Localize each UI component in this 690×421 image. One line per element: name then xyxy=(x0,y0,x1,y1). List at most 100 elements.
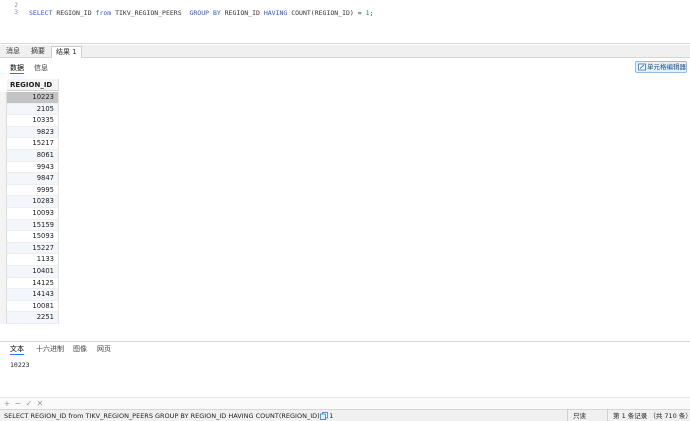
table-row[interactable]: 10223 xyxy=(0,92,60,104)
table-cell-region-id[interactable]: 9847 xyxy=(7,173,59,185)
table-row[interactable]: 15159 xyxy=(0,219,60,232)
table-row[interactable]: 9847 xyxy=(0,173,60,185)
tab-hex[interactable]: 十六进制 xyxy=(36,345,64,355)
tab-data[interactable]: 数据 xyxy=(10,63,24,74)
line-number: 3 xyxy=(14,9,18,16)
column-header-region-id[interactable]: REGION_ID xyxy=(7,79,59,91)
add-record-icon[interactable]: + xyxy=(2,398,12,409)
row-selector[interactable] xyxy=(0,266,7,278)
table-row[interactable]: 10081 xyxy=(0,300,60,313)
tab-info[interactable]: 信息 xyxy=(34,63,48,74)
table-cell-region-id[interactable]: 15093 xyxy=(7,231,59,243)
value-viewer-panel: 文本 十六进制 图像 网页 10223 xyxy=(0,341,690,397)
table-cell-region-id[interactable]: 10283 xyxy=(7,196,59,208)
row-selector[interactable] xyxy=(0,254,7,266)
cell-editor-button[interactable]: 单元格编辑器 xyxy=(635,61,687,73)
status-record-count: 第 1 条记录 （共 710 条） xyxy=(613,412,690,420)
table-cell-region-id[interactable]: 14125 xyxy=(7,277,59,290)
delete-record-icon[interactable]: − xyxy=(13,398,23,409)
row-selector[interactable] xyxy=(0,196,7,208)
table-cell-region-id[interactable]: 10223 xyxy=(7,92,59,104)
table-row[interactable]: 15093 xyxy=(0,231,60,243)
row-selector[interactable] xyxy=(0,231,7,243)
table-cell-region-id[interactable]: 15227 xyxy=(7,242,59,255)
table-row[interactable]: 1133 xyxy=(0,254,60,266)
table-cell-region-id[interactable]: 1133 xyxy=(7,254,59,266)
table-cell-region-id[interactable]: 2251 xyxy=(7,312,59,324)
table-row[interactable]: 9823 xyxy=(0,126,60,139)
row-selector[interactable] xyxy=(0,161,7,174)
discard-changes-icon[interactable]: ✕ xyxy=(35,398,45,409)
table-cell-region-id[interactable]: 2105 xyxy=(7,103,59,116)
table-cell-region-id[interactable]: 10401 xyxy=(7,266,59,278)
table-row[interactable]: 14125 xyxy=(0,277,60,290)
sql-keyword: from xyxy=(95,9,112,17)
row-selector[interactable] xyxy=(0,103,7,116)
status-divider xyxy=(607,410,608,421)
table-cell-region-id[interactable]: 8061 xyxy=(7,150,59,162)
tab-image[interactable]: 图像 xyxy=(73,345,87,355)
tab-result-1[interactable]: 结果 1 xyxy=(51,46,82,58)
cell-editor-label: 单元格编辑器 xyxy=(647,63,686,71)
row-selector[interactable] xyxy=(0,115,7,127)
cell-text-value[interactable]: 10223 xyxy=(10,361,30,369)
table-cell-region-id[interactable]: 9823 xyxy=(7,126,59,139)
row-selector[interactable] xyxy=(0,138,7,150)
table-row[interactable]: 10401 xyxy=(0,266,60,278)
table-row[interactable]: 10093 xyxy=(0,208,60,220)
tab-messages[interactable]: 消息 xyxy=(2,46,24,58)
sql-code-line[interactable]: SELECT REGION_ID from TIKV_REGION_PEERS … xyxy=(29,9,373,17)
apply-changes-icon[interactable]: ✓ xyxy=(24,398,34,409)
table-cell-region-id[interactable]: 15159 xyxy=(7,219,59,232)
table-row[interactable]: 2105 xyxy=(0,103,60,116)
table-row[interactable]: 10283 xyxy=(0,196,60,208)
row-selector[interactable] xyxy=(0,312,7,324)
sql-text: REGION_ID xyxy=(52,9,96,17)
sql-text: REGION_ID xyxy=(220,9,264,17)
row-selector[interactable] xyxy=(0,242,7,255)
row-selector[interactable] xyxy=(0,277,7,290)
sql-text: ; xyxy=(369,9,374,17)
sql-keyword: GROUP BY xyxy=(189,9,221,17)
tab-text[interactable]: 文本 xyxy=(10,345,24,355)
table-row[interactable]: 9943 xyxy=(0,161,60,174)
table-row[interactable]: 15227 xyxy=(0,242,60,255)
result-sub-tab-bar: 数据 信息 单元格编辑器 xyxy=(0,59,690,76)
record-toolbar: + − ✓ ✕ xyxy=(0,397,690,409)
status-readonly: 只读 xyxy=(573,412,586,420)
row-selector[interactable] xyxy=(0,150,7,162)
table-row[interactable]: 2251 xyxy=(0,312,60,324)
row-selector[interactable] xyxy=(0,289,7,301)
row-selector[interactable] xyxy=(0,300,7,313)
table-row[interactable]: 14143 xyxy=(0,289,60,301)
row-selector[interactable] xyxy=(0,219,7,232)
table-row[interactable]: 9995 xyxy=(0,184,60,197)
row-selector[interactable] xyxy=(0,208,7,220)
row-selector[interactable] xyxy=(0,92,7,104)
table-row[interactable]: 8061 xyxy=(0,150,60,162)
table-row[interactable]: 10335 xyxy=(0,115,60,127)
sql-keyword: SELECT xyxy=(29,9,53,17)
table-cell-region-id[interactable]: 9943 xyxy=(7,161,59,174)
cell-editor-icon xyxy=(638,63,646,71)
table-cell-region-id[interactable]: 14143 xyxy=(7,289,59,301)
row-selector[interactable] xyxy=(0,184,7,197)
result-grid[interactable]: REGION_ID 10223 2105 10335 9823 15217 8061 994… xyxy=(0,77,690,341)
table-cell-region-id[interactable]: 10093 xyxy=(7,208,59,220)
table-cell-region-id[interactable]: 15217 xyxy=(7,138,59,150)
status-bar: SELECT REGION_ID from TIKV_REGION_PEERS … xyxy=(0,409,690,421)
row-selector[interactable] xyxy=(0,173,7,185)
table-cell-region-id[interactable]: 10081 xyxy=(7,300,59,313)
sql-editor[interactable]: 2 3 SELECT REGION_ID from TIKV_REGION_PE… xyxy=(0,0,690,44)
tab-web[interactable]: 网页 xyxy=(97,345,111,355)
tab-summary[interactable]: 摘要 xyxy=(27,46,49,58)
line-number: 2 xyxy=(14,2,18,9)
table-cell-region-id[interactable]: 9995 xyxy=(7,184,59,197)
sql-text: TIKV_REGION_PEERS xyxy=(111,9,190,17)
sql-text: COUNT(REGION_ID) = xyxy=(287,9,366,17)
status-sql-text: SELECT REGION_ID from TIKV_REGION_PEERS … xyxy=(4,412,334,420)
table-row[interactable]: 15217 xyxy=(0,138,60,150)
copy-icon[interactable] xyxy=(320,412,328,420)
row-selector[interactable] xyxy=(0,126,7,139)
table-cell-region-id[interactable]: 10335 xyxy=(7,115,59,127)
